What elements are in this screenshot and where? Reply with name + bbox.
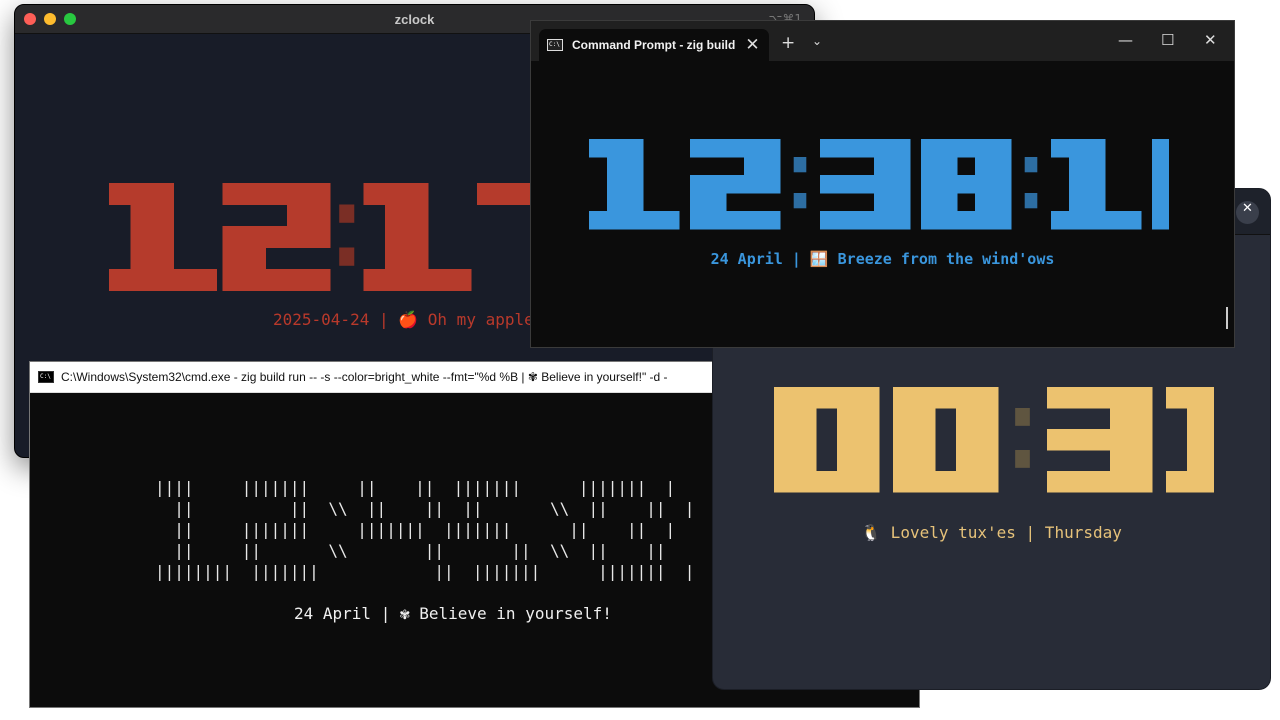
colon-dot bbox=[1024, 157, 1038, 173]
ascii-clock: |||| ||||||| || || ||||||| ||||||| | || … bbox=[155, 478, 695, 581]
tux-clock-digits bbox=[774, 387, 1214, 493]
tab-bar: C:\ Command Prompt - zig build ✕ + ⌄ — ☐… bbox=[531, 21, 1234, 61]
minimize-icon[interactable]: — bbox=[1118, 31, 1133, 49]
clock-digit-1 bbox=[1051, 139, 1142, 230]
clock-digit-8 bbox=[921, 139, 1012, 230]
window-close-icon[interactable]: ✕ bbox=[1204, 31, 1217, 49]
mac-date-line: 2025-04-24 | 🍎 Oh my apples bbox=[273, 310, 544, 329]
clock-digit-3 bbox=[820, 139, 911, 230]
cmd-title: C:\Windows\System32\cmd.exe - zig build … bbox=[61, 370, 668, 384]
text-cursor bbox=[1226, 307, 1228, 329]
clock-digit-0 bbox=[774, 387, 880, 493]
colon-dot bbox=[1015, 408, 1030, 426]
new-tab-icon[interactable]: + bbox=[781, 33, 795, 53]
tab-command-prompt[interactable]: C:\ Command Prompt - zig build ✕ bbox=[539, 29, 769, 61]
clock-digit-2 bbox=[222, 183, 331, 291]
windows-terminal-window: C:\ Command Prompt - zig build ✕ + ⌄ — ☐… bbox=[530, 20, 1235, 348]
close-icon[interactable]: ✕ bbox=[1236, 201, 1259, 224]
terminal-date-line: 24 April | 🪟 Breeze from the wind'ows bbox=[710, 250, 1055, 268]
cmd-date-line: 24 April | ✾ Believe in yourself! bbox=[294, 604, 612, 623]
colon-dot bbox=[793, 193, 807, 209]
tab-close-icon[interactable]: ✕ bbox=[745, 35, 759, 55]
mac-clock-digits bbox=[109, 183, 569, 291]
colon-dot bbox=[1024, 193, 1038, 209]
clock-digit-8 bbox=[1152, 139, 1169, 230]
clock-digit-1 bbox=[1166, 387, 1214, 493]
clock-digit-1 bbox=[109, 183, 217, 291]
chevron-down-icon[interactable]: ⌄ bbox=[812, 34, 822, 48]
clock-digit-3 bbox=[1047, 387, 1153, 493]
terminal-clock-digits bbox=[589, 139, 1169, 230]
clock-digit-1 bbox=[589, 139, 680, 230]
colon-dot bbox=[339, 247, 355, 266]
tab-title: Command Prompt - zig build bbox=[572, 38, 736, 52]
clock-digit-0 bbox=[893, 387, 999, 493]
colon-dot bbox=[339, 204, 355, 223]
clock-digit-2 bbox=[690, 139, 781, 230]
maximize-icon[interactable]: ☐ bbox=[1161, 31, 1174, 49]
colon-dot bbox=[1015, 450, 1030, 468]
clock-digit-1 bbox=[363, 183, 472, 291]
colon-dot bbox=[793, 157, 807, 173]
console-icon: C:\ bbox=[547, 39, 563, 51]
console-icon: C:\ bbox=[38, 371, 54, 383]
tux-date-line: 🐧 Lovely tux'es | Thursday bbox=[861, 523, 1122, 542]
